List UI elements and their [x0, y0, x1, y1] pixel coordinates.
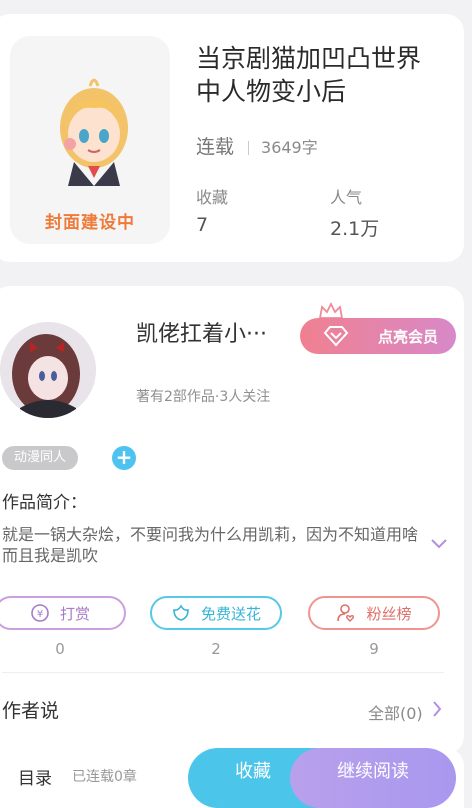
- send-flower-label: 免费送花: [200, 604, 261, 623]
- reward-label: 打赏: [59, 604, 90, 623]
- avatar[interactable]: [0, 322, 96, 418]
- toc-meta: 已连载0章: [72, 769, 137, 785]
- section-divider: [2, 672, 444, 673]
- reward-count: 0: [55, 640, 65, 658]
- serial-status: 连载: [196, 136, 235, 158]
- popularity-label: 人气: [330, 188, 363, 207]
- send-flower-button[interactable]: 免费送花: [150, 596, 282, 630]
- flower-icon: [173, 604, 189, 621]
- coin-icon: ¥: [31, 604, 49, 622]
- flower-count: 2: [211, 640, 221, 658]
- bottom-bar: 目录 已连载0章 收藏 继续阅读: [0, 748, 464, 808]
- favorites-label: 收藏: [196, 188, 229, 207]
- divider: [248, 140, 250, 155]
- cover-illustration: [60, 78, 128, 186]
- popularity-value: 2.1万: [330, 218, 380, 240]
- diamond-icon: [323, 326, 349, 347]
- avatar-illustration: [0, 322, 96, 418]
- fan-rank-icon: [337, 604, 355, 622]
- reward-button[interactable]: ¥ 打赏: [0, 596, 126, 630]
- fan-rank-button[interactable]: 粉丝榜: [308, 596, 440, 630]
- book-meta: 连载 3649字: [196, 132, 318, 159]
- add-tag-button[interactable]: +: [112, 446, 136, 470]
- intro-text: 就是一锅大杂烩，不要问我为什么用凯莉，因为不知道用啥而且我是凯吹: [2, 525, 419, 565]
- author-name[interactable]: 凯佬扛着小···: [136, 316, 267, 348]
- intro-label: 作品简介：: [2, 493, 87, 513]
- fan-count: 9: [369, 640, 379, 658]
- activate-vip-button[interactable]: 点亮会员: [300, 318, 456, 354]
- author-card: 凯佬扛着小··· 点亮会员 著有2部作品·3人关注 动漫同人 + 作品简介： 就…: [0, 286, 464, 754]
- word-count: 3649字: [261, 138, 318, 157]
- fan-rank-label: 粉丝榜: [366, 604, 412, 623]
- author-meta: 著有2部作品·3人关注: [136, 389, 271, 405]
- author-says-label: 作者说: [2, 700, 60, 722]
- svg-text:¥: ¥: [37, 609, 43, 620]
- author-says-all-link[interactable]: 全部(0): [368, 700, 423, 724]
- chevron-right-icon[interactable]: [432, 700, 442, 718]
- genre-tag[interactable]: 动漫同人: [2, 446, 79, 470]
- toc-button[interactable]: 目录: [18, 764, 52, 789]
- chevron-down-icon[interactable]: [430, 538, 448, 550]
- favorites-value: 7: [196, 214, 209, 236]
- continue-reading-button[interactable]: 继续阅读: [290, 748, 456, 808]
- book-info-card: 封面建设中 当京剧猫加凹凸世界中人物变小后 连载 3649字 收藏 7 人气 2.…: [0, 14, 464, 262]
- book-cover[interactable]: 封面建设中: [10, 36, 170, 244]
- book-title: 当京剧猫加凹凸世界中人物变小后: [196, 44, 422, 106]
- cover-caption: 封面建设中: [45, 213, 135, 233]
- vip-button-label: 点亮会员: [378, 327, 439, 346]
